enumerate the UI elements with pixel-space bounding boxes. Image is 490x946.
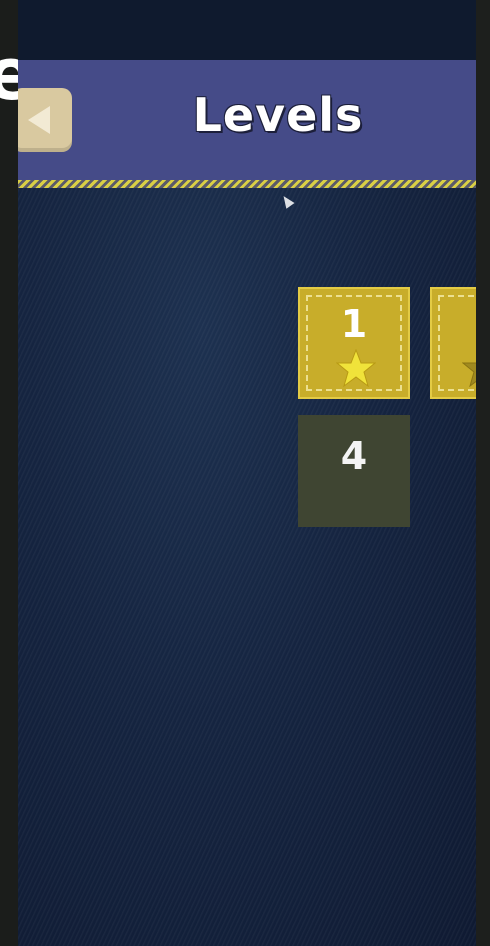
header-rope-border [18, 180, 476, 188]
top-strip [18, 0, 476, 60]
game-viewport: Levels 1 2 4 [18, 0, 476, 946]
left-window-edge: e [0, 0, 35, 946]
level-number: 1 [340, 302, 368, 346]
level-number: 4 [340, 434, 368, 478]
level-number: 2 [460, 305, 476, 343]
mouse-cursor-icon [279, 193, 295, 209]
screen-title: Levels [192, 88, 364, 142]
level-tile-1[interactable]: 1 [298, 287, 410, 399]
star-icon [336, 349, 376, 387]
star-icon [462, 349, 476, 387]
level-tile-2[interactable]: 2 [430, 287, 476, 399]
screen: e Levels 1 2 4 [0, 0, 490, 946]
right-window-edge [476, 0, 490, 946]
level-tile-4[interactable]: 4 [298, 415, 410, 527]
